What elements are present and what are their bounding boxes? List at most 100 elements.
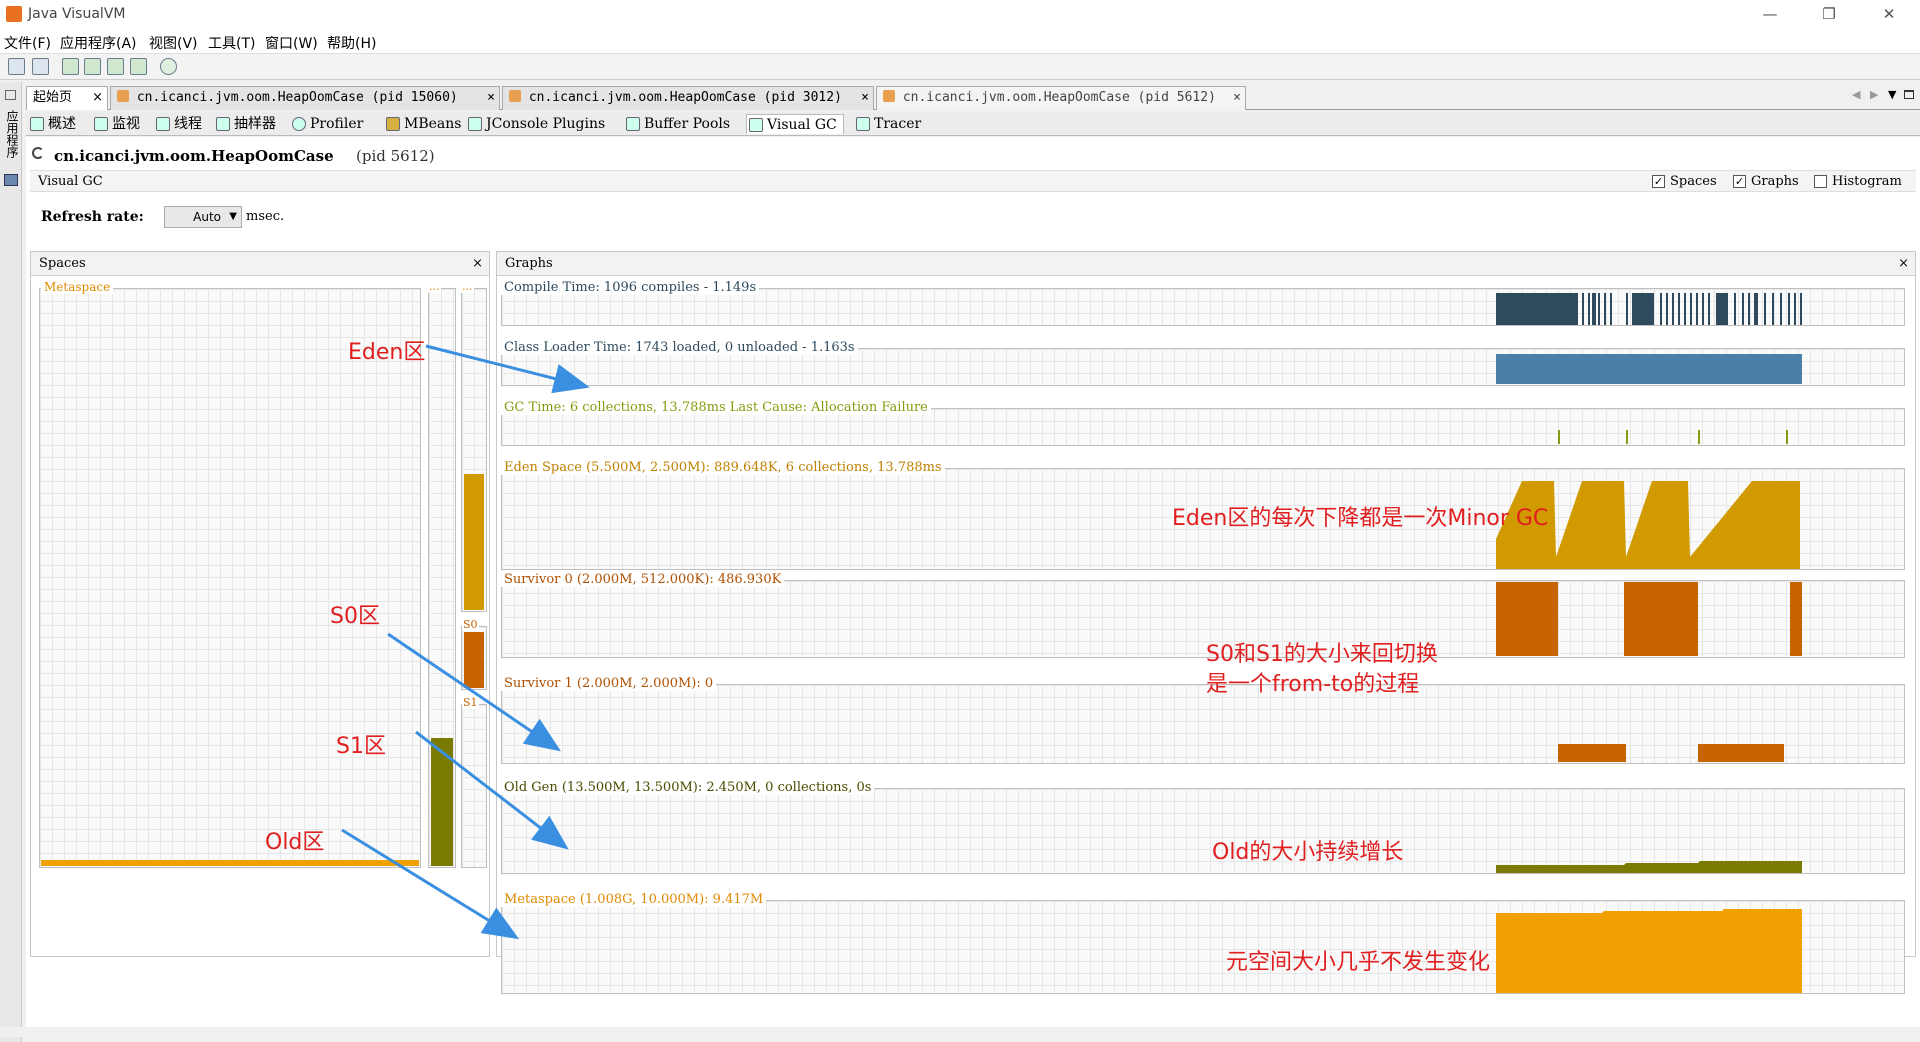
tab-monitor[interactable]: 监视 <box>92 114 140 134</box>
survivor-0-fill <box>1624 582 1698 656</box>
s1-column <box>461 704 487 868</box>
graphs-checkbox[interactable]: ✓ Graphs <box>1733 174 1799 189</box>
annotation-survivor-note-1: S0和S1的大小来回切换 <box>1206 642 1438 667</box>
menu-help[interactable]: 帮助(H) <box>327 33 376 53</box>
tab-jconsole-plugins[interactable]: JConsole Plugins <box>466 114 605 134</box>
tab-sampler[interactable]: 抽样器 <box>214 114 276 134</box>
scroll-left-icon[interactable]: ◀ <box>1852 88 1860 101</box>
annotation-s0: S0区 <box>330 604 380 629</box>
tab-visual-gc[interactable]: Visual GC <box>746 114 844 134</box>
histogram-checkbox[interactable]: Histogram <box>1814 174 1902 189</box>
metaspace-graph <box>501 900 1905 994</box>
old-gen-column <box>428 288 456 868</box>
compile-bar <box>1748 293 1750 325</box>
tab-threads[interactable]: 线程 <box>154 114 202 134</box>
metaspace-space <box>39 288 421 868</box>
gc-spike <box>1558 430 1560 444</box>
menu-view[interactable]: 视图(V) <box>149 33 198 53</box>
minimize-button[interactable]: — <box>1747 0 1793 30</box>
old-gen-area <box>1496 861 1802 873</box>
metaspace-label: Metaspace <box>41 280 114 294</box>
compile-bar <box>1772 293 1774 325</box>
overview-icon <box>30 117 44 131</box>
menu-tools[interactable]: 工具(T) <box>208 33 255 53</box>
close-tab-icon[interactable]: × <box>92 87 103 109</box>
thread-dump-icon[interactable] <box>107 58 124 75</box>
s0-fill <box>464 632 484 688</box>
compile-bar <box>1716 293 1728 325</box>
close-tab-icon[interactable]: × <box>861 87 869 109</box>
close-button[interactable]: ✕ <box>1866 0 1912 30</box>
tab-mbeans[interactable]: MBeans <box>384 114 461 134</box>
view-tabs: 概述 监视 线程 抽样器 Profiler MBeans JConsole Pl… <box>26 112 1920 136</box>
document-tabs: 起始页 × cn.icanci.jvm.oom.HeapOomCase (pid… <box>26 86 1920 110</box>
old-gen-fill <box>431 738 453 866</box>
tab-start-page[interactable]: 起始页 × <box>26 86 108 110</box>
maximize-button[interactable]: ❐ <box>1806 0 1852 30</box>
open-icon[interactable] <box>8 58 25 75</box>
tab-profiler[interactable]: Profiler <box>290 114 363 134</box>
maximize-editor-icon[interactable] <box>1904 90 1914 99</box>
monitor-icon <box>94 117 108 131</box>
title-bar: Java VisualVM — ❐ ✕ <box>0 0 1920 30</box>
refresh-rate-unit: msec. <box>246 209 285 224</box>
applications-tab[interactable]: 应用程序 <box>4 110 21 158</box>
save-icon[interactable] <box>32 58 49 75</box>
heap-dump-icon[interactable] <box>84 58 101 75</box>
refresh-icon[interactable] <box>160 58 177 75</box>
jconsole-icon <box>468 117 482 131</box>
eden-space-label: Eden Space (5.500M, 2.500M): 889.648K, 6… <box>501 460 945 475</box>
compile-bar <box>1788 293 1790 325</box>
survivor-0-fill <box>1496 582 1558 656</box>
class-loader-label: Class Loader Time: 1743 loaded, 0 unload… <box>501 340 858 355</box>
menu-application[interactable]: 应用程序(A) <box>60 33 137 53</box>
profiler-icon <box>292 117 306 131</box>
annotation-survivor-note-2: 是一个from-to的过程 <box>1206 672 1420 697</box>
tab-overview[interactable]: 概述 <box>28 114 76 134</box>
monitor-icon[interactable] <box>4 174 18 186</box>
tab-tracer[interactable]: Tracer <box>854 114 921 134</box>
eden-column <box>461 288 487 612</box>
visual-gc-view: cn.icanci.jvm.oom.HeapOomCase (pid 5612)… <box>0 137 1920 1037</box>
s1-label: S1 <box>462 696 479 709</box>
gc-time-label: GC Time: 6 collections, 13.788ms Last Ca… <box>501 400 931 415</box>
left-sidebar: 应用程序 <box>0 82 22 1042</box>
chevron-down-icon: ▼ <box>229 211 237 222</box>
close-tab-icon[interactable]: × <box>1233 87 1241 109</box>
sampler-icon <box>216 117 230 131</box>
snapshot-icon[interactable] <box>130 58 147 75</box>
compile-bar <box>1742 293 1744 325</box>
compile-bar <box>1660 293 1662 325</box>
app-pid: (pid 5612) <box>356 147 435 165</box>
close-panel-icon[interactable]: × <box>472 252 483 275</box>
class-loader-fill <box>1496 354 1802 384</box>
tab-pid-15060[interactable]: cn.icanci.jvm.oom.HeapOomCase (pid 15060… <box>110 86 500 110</box>
scroll-right-icon[interactable]: ▶ <box>1870 88 1878 101</box>
survivor-1-fill <box>1698 744 1784 762</box>
status-bar <box>0 1027 1920 1037</box>
spaces-checkbox[interactable]: ✓ Spaces <box>1652 174 1717 189</box>
add-jmx-icon[interactable] <box>62 58 79 75</box>
eden-dots: ... <box>461 280 474 293</box>
close-panel-icon[interactable]: × <box>1898 252 1909 275</box>
compile-bar <box>1666 293 1668 325</box>
tab-pid-3012[interactable]: cn.icanci.jvm.oom.HeapOomCase (pid 3012)… <box>502 86 874 110</box>
spaces-panel-header: Spaces × <box>31 252 489 276</box>
survivor-0-graph <box>501 580 1905 658</box>
s0-label: S0 <box>462 618 479 631</box>
compile-bar <box>1794 293 1796 325</box>
close-tab-icon[interactable]: × <box>487 87 495 109</box>
menu-file[interactable]: 文件(F) <box>4 33 51 53</box>
collapse-icon[interactable] <box>5 90 16 100</box>
refresh-rate-select[interactable]: Auto ▼ <box>164 206 242 228</box>
tab-list-icon[interactable]: ▼ <box>1888 88 1896 101</box>
tab-pid-5612[interactable]: cn.icanci.jvm.oom.HeapOomCase (pid 5612)… <box>876 86 1246 110</box>
mbeans-icon <box>386 117 400 131</box>
visual-gc-icon <box>749 118 763 132</box>
threads-icon <box>156 117 170 131</box>
compile-bar <box>1672 293 1674 325</box>
loading-icon <box>32 147 44 159</box>
tab-buffer-pools[interactable]: Buffer Pools <box>624 114 730 134</box>
menu-window[interactable]: 窗口(W) <box>265 33 318 53</box>
old-gen-graph <box>501 788 1905 874</box>
